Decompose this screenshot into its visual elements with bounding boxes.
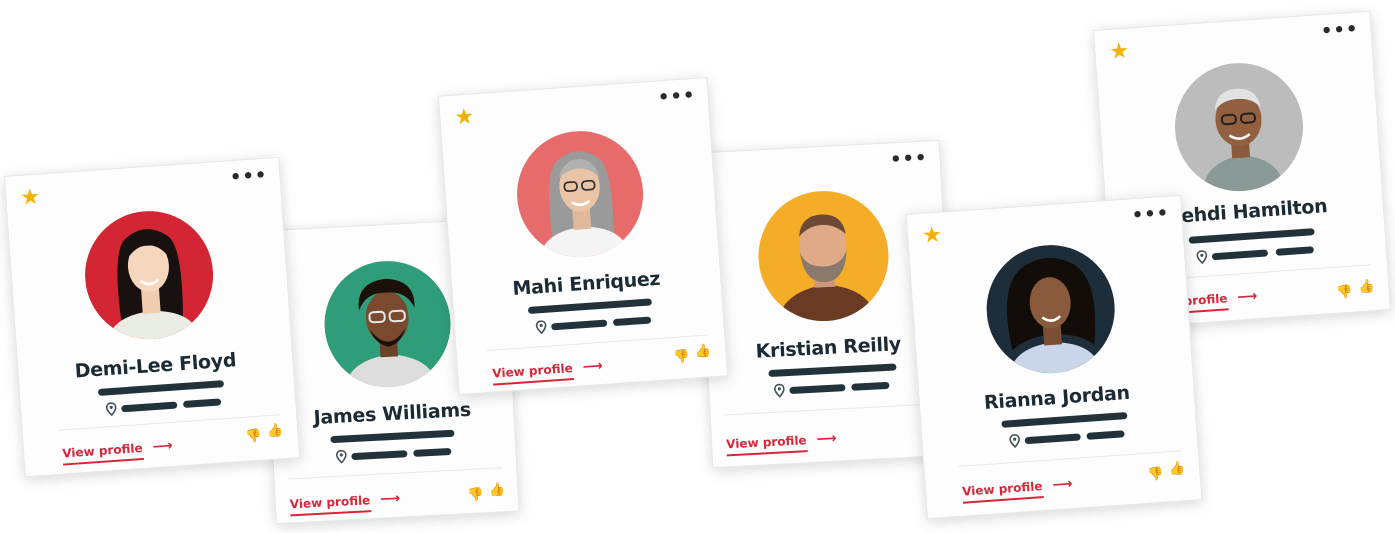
location-pin-icon [774,383,785,398]
thumbs-up-icon[interactable]: 👍 [695,343,712,359]
more-menu-icon[interactable]: ••• [1320,19,1359,43]
thumbs-up-icon[interactable]: 👍 [1168,461,1185,477]
more-menu-icon[interactable]: ••• [657,85,696,109]
profile-card-mahi-enriquez[interactable]: ★ ••• Mahi Enriquez View profile ⟶ 👎 👍 [437,76,729,396]
card-divider [958,450,1182,467]
location-placeholder-bar-2 [612,316,652,327]
thumbs-up-icon[interactable]: 👍 [267,423,284,439]
profile-name: Demi-Lee Floyd [74,349,237,383]
view-profile-link[interactable]: View profile⟶ [289,490,401,517]
view-profile-link[interactable]: View profile⟶ [491,357,604,386]
arrow-right-icon: ⟶ [1236,288,1258,306]
view-profile-link[interactable]: View profile⟶ [61,437,174,466]
avatar-portrait [982,240,1119,378]
avatar [1170,58,1308,196]
thumbs-down-icon[interactable]: 👎 [245,429,262,445]
arrow-right-icon: ⟶ [379,490,401,508]
card-divider [724,403,939,416]
location-placeholder-bar-2 [1086,430,1125,440]
arrow-right-icon: ⟶ [816,430,838,448]
card-divider [58,414,281,431]
profile-name: James Williams [313,398,472,430]
star-icon[interactable]: ★ [1109,39,1130,65]
avatar [512,126,648,262]
location-placeholder-bar [121,401,178,413]
location-placeholder-bar [1024,433,1081,445]
location-placeholder-bar-2 [413,447,452,457]
more-menu-icon[interactable]: ••• [229,165,268,189]
star-icon[interactable]: ★ [20,185,41,211]
location-pin-icon [535,320,547,335]
thumbs-up-icon[interactable]: 👍 [489,482,506,498]
view-profile-link[interactable]: View profile⟶ [961,476,1074,504]
title-placeholder-bar [768,363,897,378]
title-placeholder-bar [330,429,455,444]
location-placeholder-bar-2 [851,381,890,391]
star-icon[interactable]: ★ [921,223,942,249]
location-pin-icon [1009,434,1020,449]
avatar [80,206,218,344]
profile-name: Mahi Enriquez [511,267,661,301]
avatar-portrait [755,187,892,325]
card-divider [288,467,503,480]
avatar [321,257,454,391]
arrow-right-icon: ⟶ [582,357,604,376]
title-placeholder-bar [1188,228,1315,244]
title-placeholder-bar [97,380,225,396]
avatar-portrait [80,206,218,344]
arrow-right-icon: ⟶ [152,437,174,456]
more-menu-icon[interactable]: ••• [889,148,928,171]
location-pin-icon [105,402,117,417]
more-menu-icon[interactable]: ••• [1131,203,1170,227]
location-placeholder-bar [351,450,408,461]
thumbs-down-icon[interactable]: 👎 [467,487,484,503]
location-placeholder-bar-2 [182,398,222,409]
thumbs-up-icon[interactable]: 👍 [1358,279,1375,295]
avatar-portrait [1170,58,1308,196]
profile-card-rianna-jordan[interactable]: ★ ••• Rianna Jordan View profile ⟶ 👎 👍 [905,194,1203,520]
star-icon[interactable]: ★ [454,104,475,130]
profile-name: Rianna Jordan [983,381,1131,414]
view-profile-link[interactable]: View profile⟶ [725,430,838,457]
avatar [982,240,1119,378]
thumbs-down-icon[interactable]: 👎 [673,349,690,365]
card-divider [486,334,709,351]
thumbs-down-icon[interactable]: 👎 [1336,285,1353,301]
location-pin-icon [1196,250,1208,265]
arrow-right-icon: ⟶ [1051,476,1074,494]
title-placeholder-bar [1001,412,1128,428]
profile-cards-stage: ★ ••• Mehdi Hamilton View profile⟶ [0,0,1395,533]
location-placeholder-bar [789,384,846,395]
profile-card-demi-lee-floyd[interactable]: ★ ••• Demi-Lee Floyd View profile ⟶ 👎 👍 [3,156,301,478]
location-placeholder-bar [551,319,608,331]
location-placeholder-bar [1211,249,1269,261]
location-pin-icon [336,449,347,464]
avatar [755,187,892,325]
location-placeholder-bar-2 [1275,246,1314,256]
avatar-portrait [321,257,454,391]
avatar-portrait [512,126,648,262]
title-placeholder-bar [527,298,653,315]
thumbs-down-icon[interactable]: 👎 [1147,467,1164,483]
